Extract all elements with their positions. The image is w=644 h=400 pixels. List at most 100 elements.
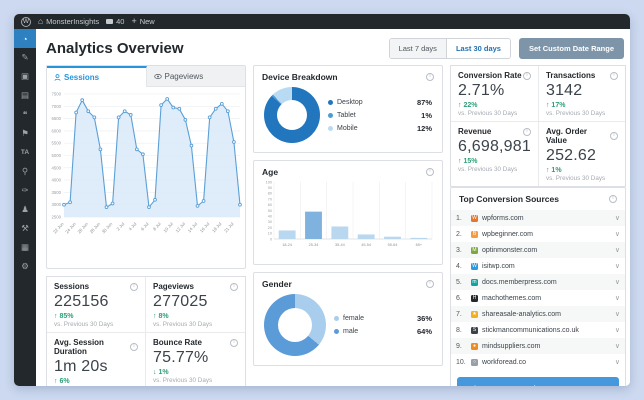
info-icon[interactable]: i	[426, 168, 434, 176]
chevron-down-icon[interactable]: ∨	[615, 262, 620, 270]
svg-text:10: 10	[268, 232, 272, 236]
svg-text:4000: 4000	[51, 178, 61, 183]
source-row[interactable]: 5. m docs.memberpress.com ∨	[451, 274, 625, 290]
source-row[interactable]: 3. Moptinmonster.com ∨	[451, 242, 625, 258]
favicon-icon: M	[471, 246, 478, 254]
svg-text:50: 50	[268, 209, 272, 213]
last-7-days-button[interactable]: Last 7 days	[389, 38, 446, 58]
svg-text:30 Jun: 30 Jun	[101, 221, 114, 235]
sidebar-item-plugins[interactable]: ⚲	[14, 162, 36, 181]
source-row[interactable]: 1. Wwpforms.com ∨	[451, 210, 625, 226]
info-icon[interactable]: i	[610, 71, 618, 80]
svg-text:3500: 3500	[51, 190, 61, 195]
legend-item: Tablet 1%	[328, 111, 432, 120]
donut-hole	[277, 100, 307, 130]
svg-text:45-54: 45-54	[361, 243, 371, 247]
source-domain: wpbeginner.com	[482, 230, 533, 238]
sidebar-item-comments[interactable]: ❝	[14, 105, 36, 124]
sidebar-item-monsterinsights[interactable]: ◔	[14, 29, 36, 48]
info-icon[interactable]: i	[130, 282, 138, 291]
svg-text:10 Jul: 10 Jul	[162, 221, 174, 233]
sidebar-item-users[interactable]: ♟	[14, 200, 36, 219]
sidebar-item-ta-plugin[interactable]: TA	[14, 143, 36, 162]
sidebar-item-appearance[interactable]: ✑	[14, 181, 36, 200]
svg-text:6000: 6000	[51, 128, 61, 133]
source-rank: 2.	[456, 230, 462, 238]
svg-text:3000: 3000	[51, 202, 61, 207]
svg-text:5500: 5500	[51, 141, 61, 146]
info-icon[interactable]: i	[230, 338, 238, 347]
legend-label: Mobile	[337, 124, 358, 132]
source-row[interactable]: 8. Sstickmancommunications.co.uk ∨	[451, 322, 625, 338]
source-row[interactable]: 9. ● mindsuppliers.com ∨	[451, 338, 625, 354]
admin-bar-site-link[interactable]: ⌂ MonsterInsights	[38, 14, 99, 29]
sidebar-item-posts[interactable]: ✎	[14, 48, 36, 67]
chevron-down-icon[interactable]: ∨	[615, 246, 620, 254]
chevron-down-icon[interactable]: ∨	[615, 278, 620, 286]
info-icon[interactable]: i	[609, 195, 617, 203]
legend-item: male 64%	[334, 327, 432, 336]
wordpress-admin-window: W ⌂ MonsterInsights 40 + New ◔ ✎ ▣ ▤ ❝ ⚑ TA ⚲ ✑ ♟…	[14, 14, 630, 386]
age-panel: Age i 0 10 20 30 40 50 60 70 80 90 100 18-24 25-34 35…	[253, 160, 443, 265]
source-row[interactable]: 10. ○ workforead.co ∨	[451, 354, 625, 370]
source-domain: mindsuppliers.com	[482, 342, 541, 350]
eye-icon	[153, 73, 162, 79]
date-range-controls: Last 7 days Last 30 days Set Custom Date…	[388, 37, 624, 59]
info-icon[interactable]: i	[610, 132, 618, 140]
admin-bar-comments[interactable]: 40	[106, 14, 124, 29]
source-row[interactable]: 4. Wisitwp.com ∨	[451, 258, 625, 274]
stat-label: Avg. Order Value	[545, 127, 588, 145]
info-icon[interactable]: i	[130, 343, 138, 351]
svg-text:26 Jun: 26 Jun	[76, 221, 89, 235]
favicon-icon: m	[471, 278, 478, 286]
info-icon[interactable]: i	[426, 280, 434, 288]
svg-text:14 Jul: 14 Jul	[187, 221, 199, 233]
source-row[interactable]: 2. Bwpbeginner.com ∨	[451, 226, 625, 242]
chevron-down-icon[interactable]: ∨	[615, 310, 620, 318]
source-row[interactable]: 7. ★ shareasale-analytics.com ∨	[451, 306, 625, 322]
chevron-down-icon[interactable]: ∨	[615, 342, 620, 350]
source-rank: 10.	[456, 358, 466, 366]
ecommerce-stat-card: Avg. Order Value i 252.62 ↑ 1% vs. Previous …	[539, 122, 625, 186]
chevron-down-icon[interactable]: ∨	[615, 358, 620, 366]
device-donut-chart	[264, 87, 320, 143]
view-sources-report-button[interactable]: View Top Conversions Sources Report	[457, 377, 619, 386]
stat-label: Sessions	[54, 282, 90, 291]
gender-legend: female 36% male 64%	[334, 310, 432, 340]
plus-icon: +	[131, 16, 137, 26]
traffic-chart-panel: Sessions Pageviews 2500 3000 3500 4000 4500 5…	[46, 65, 246, 269]
comments-count: 40	[116, 17, 125, 26]
info-icon[interactable]: i	[426, 73, 434, 81]
chevron-down-icon[interactable]: ∨	[615, 214, 620, 222]
sidebar-item-feedback[interactable]: ⚑	[14, 124, 36, 143]
tab-sessions-label: Sessions	[64, 73, 100, 82]
chevron-down-icon[interactable]: ∨	[615, 230, 620, 238]
info-icon[interactable]: i	[230, 282, 238, 291]
sidebar-item-media[interactable]: ▣	[14, 67, 36, 86]
legend-value: 36%	[416, 314, 432, 323]
source-row[interactable]: 6. Hmachothemes.com ∨	[451, 290, 625, 306]
wordpress-logo-icon[interactable]: W	[21, 16, 31, 27]
chevron-down-icon[interactable]: ∨	[615, 294, 620, 302]
svg-text:65+: 65+	[416, 243, 423, 247]
chevron-down-icon[interactable]: ∨	[615, 326, 620, 334]
stat-label: Conversion Rate	[458, 71, 522, 80]
info-icon[interactable]: i	[522, 127, 531, 136]
sidebar-item-options[interactable]: ⚙	[14, 257, 36, 276]
tab-sessions[interactable]: Sessions	[47, 66, 147, 87]
sidebar-item-pages[interactable]: ▤	[14, 86, 36, 105]
sidebar-item-settings[interactable]: ▦	[14, 238, 36, 257]
admin-bar-new[interactable]: + New	[131, 14, 154, 29]
stat-delta: ↑ 17%	[545, 102, 566, 109]
info-icon[interactable]: i	[522, 71, 531, 80]
svg-text:5000: 5000	[51, 153, 61, 158]
set-custom-date-range-button[interactable]: Set Custom Date Range	[518, 37, 624, 59]
sessions-line-chart: 2500 3000 3500 4000 4500 5000 5500 6000 6500 7000…	[51, 92, 242, 235]
source-domain: shareasale-analytics.com	[482, 310, 561, 318]
tab-pageviews[interactable]: Pageviews	[146, 66, 245, 87]
legend-label: female	[343, 315, 365, 322]
svg-text:16 Jul: 16 Jul	[199, 221, 211, 233]
sidebar-item-tools[interactable]: ⚒	[14, 219, 36, 238]
top-conversion-sources-panel: Top Conversion Sources i 1. Wwpforms.com ∨…	[450, 187, 626, 386]
last-30-days-button[interactable]: Last 30 days	[445, 38, 510, 58]
